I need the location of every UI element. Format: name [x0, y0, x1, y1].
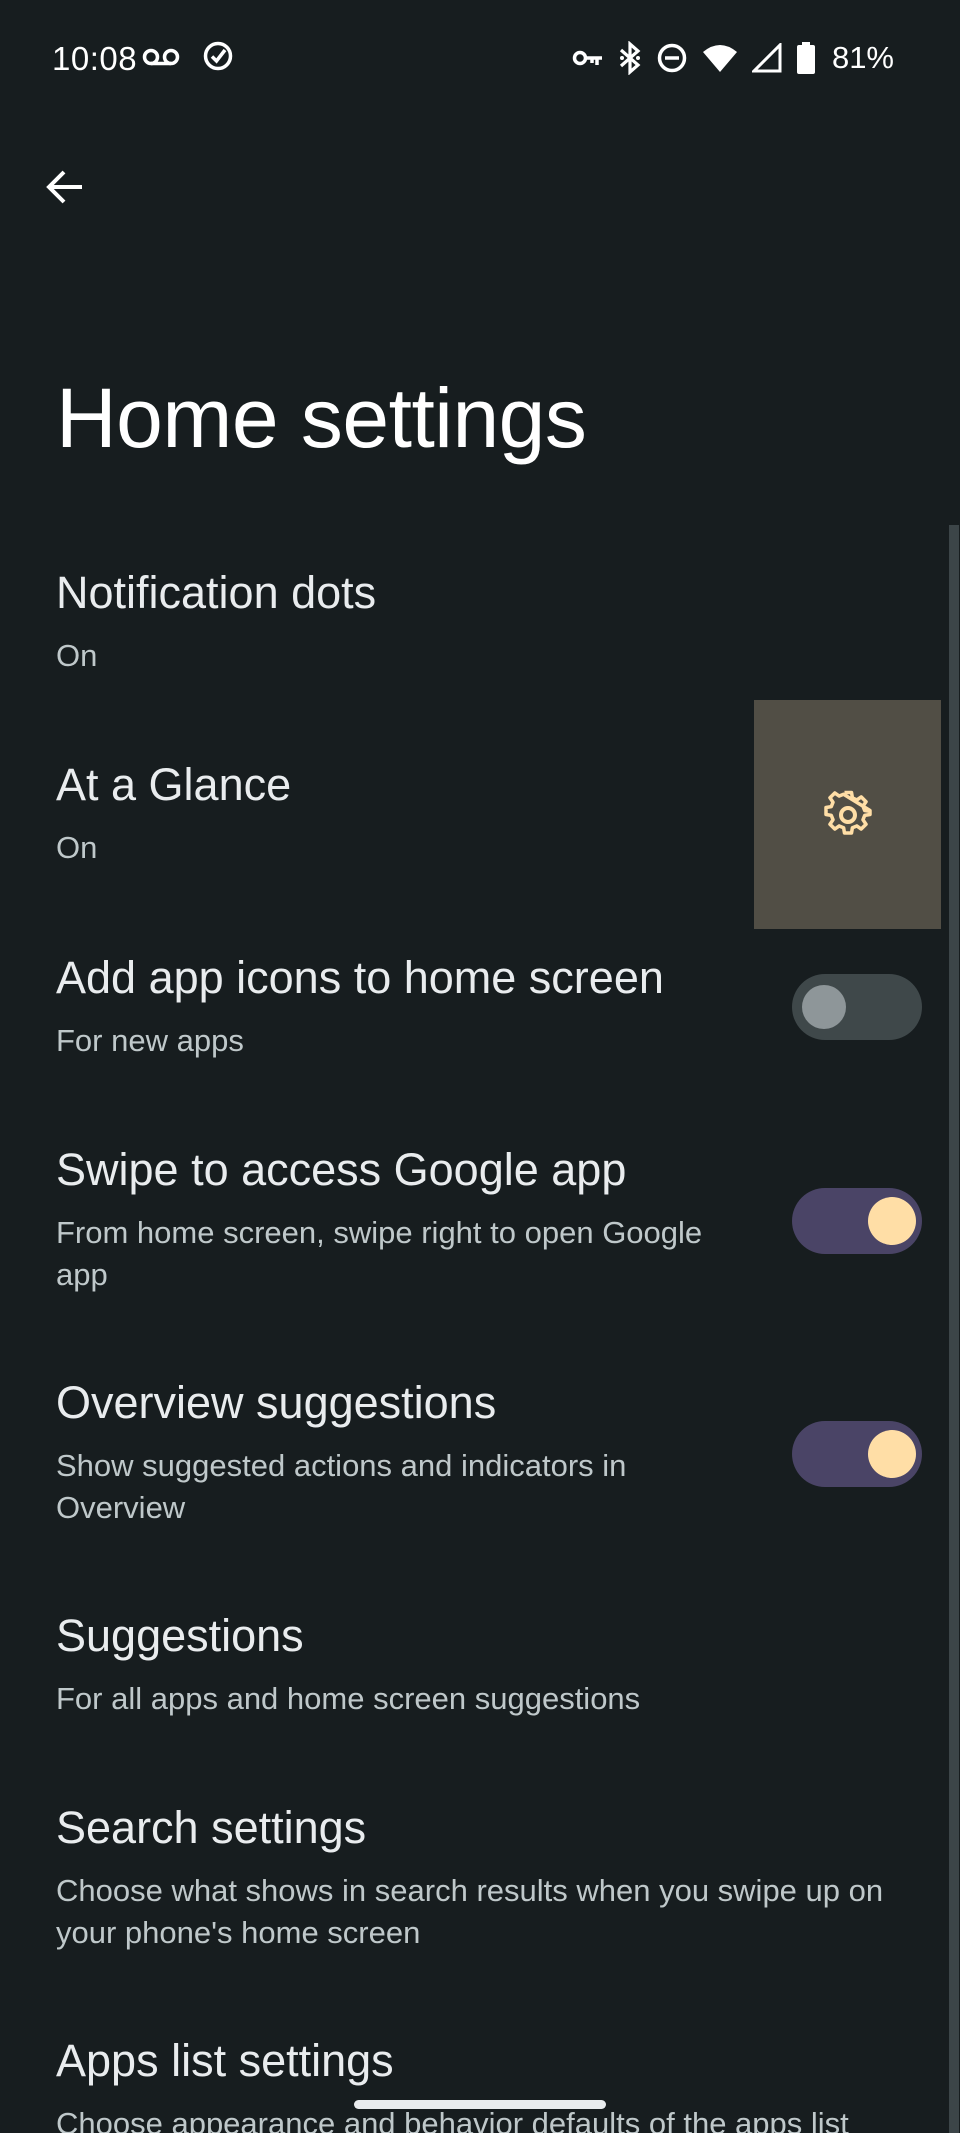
setting-notification-dots[interactable]: Notification dots On: [0, 545, 944, 705]
overview-suggestions-switch[interactable]: [792, 1421, 922, 1487]
setting-title: Swipe to access Google app: [56, 1144, 627, 1195]
setting-title: At a Glance: [56, 759, 292, 810]
switch-thumb: [802, 985, 846, 1029]
setting-add-app-icons[interactable]: Add app icons to home screen For new app…: [0, 930, 944, 1090]
switch-thumb: [868, 1197, 916, 1245]
voicemail-icon: [142, 44, 180, 72]
wifi-icon: [702, 43, 738, 73]
setting-summary: On: [56, 638, 98, 673]
signal-icon: [751, 43, 782, 73]
page-title: Home settings: [56, 371, 587, 465]
setting-suggestions[interactable]: Suggestions For all apps and home screen…: [0, 1588, 944, 1748]
arrow-back-icon: [45, 167, 85, 207]
setting-summary: For all apps and home screen suggestions: [56, 1681, 641, 1716]
switch-thumb: [868, 1430, 916, 1478]
scrollbar[interactable]: [949, 525, 959, 2133]
gesture-navigation-handle[interactable]: [354, 2100, 606, 2109]
add-app-icons-switch[interactable]: [792, 974, 922, 1040]
setting-swipe-google-app[interactable]: Swipe to access Google app From home scr…: [0, 1122, 944, 1322]
at-a-glance-settings-button[interactable]: [754, 700, 941, 929]
setting-summary: On: [56, 830, 98, 865]
gear-icon: [823, 790, 873, 840]
status-left-icons: [142, 41, 234, 72]
setting-title: Apps list settings: [56, 2035, 394, 2086]
swipe-google-app-switch[interactable]: [792, 1188, 922, 1254]
setting-title: Add app icons to home screen: [56, 952, 664, 1003]
status-time: 10:08: [52, 40, 138, 77]
setting-title: Overview suggestions: [56, 1377, 497, 1428]
setting-summary: From home screen, swipe right to open Go…: [56, 1215, 703, 1292]
back-button[interactable]: [38, 160, 92, 214]
setting-summary: Choose what shows in search results when…: [56, 1873, 884, 1950]
do-not-disturb-icon: [656, 42, 688, 74]
battery-icon: [796, 42, 816, 74]
vpn-key-icon: [572, 48, 604, 68]
setting-summary: Show suggested actions and indicators in…: [56, 1448, 627, 1525]
check-circle-icon: [202, 40, 234, 72]
battery-percentage: 81%: [831, 40, 894, 75]
setting-title: Suggestions: [56, 1610, 304, 1661]
setting-title: Notification dots: [56, 567, 377, 618]
setting-apps-list-settings[interactable]: Apps list settings Choose appearance and…: [0, 2013, 944, 2133]
setting-title: Search settings: [56, 1802, 367, 1853]
setting-overview-suggestions[interactable]: Overview suggestions Show suggested acti…: [0, 1355, 944, 1555]
bluetooth-icon: [618, 41, 642, 75]
setting-summary: For new apps: [56, 1023, 244, 1058]
status-right-icons: 81%: [572, 40, 894, 76]
setting-search-settings[interactable]: Search settings Choose what shows in sea…: [0, 1780, 944, 1980]
status-bar: 10:08 81%: [0, 0, 960, 120]
